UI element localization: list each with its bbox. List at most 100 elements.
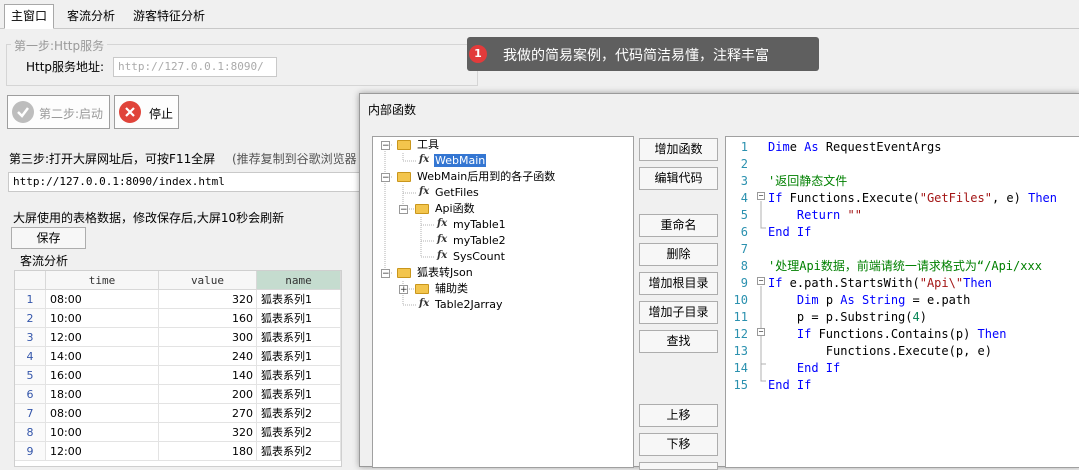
find-button[interactable]: 查找 — [639, 330, 718, 353]
code-line[interactable]: '返回静态文件 — [768, 173, 847, 190]
move-up-button[interactable]: 上移 — [639, 404, 718, 427]
cell-time[interactable]: 12:00 — [46, 442, 159, 461]
code-line[interactable]: If e.path.StartsWith("Api\"Then — [768, 275, 992, 292]
cell-time[interactable]: 18:00 — [46, 385, 159, 404]
code-token: RequestEventArgs — [818, 140, 942, 154]
fold-toggle[interactable]: − — [757, 192, 765, 200]
code-line[interactable]: '处理Api数据，前端请统一请求格式为“/Api/xxx — [768, 258, 1042, 275]
table-row[interactable]: 3 12:00 300 狐表系列1 — [15, 328, 341, 347]
cell-time[interactable]: 12:00 — [46, 328, 159, 347]
code-line[interactable]: End If — [768, 377, 811, 394]
code-line[interactable]: Functions.Execute(p, e) — [768, 343, 992, 360]
cell-name[interactable]: 狐表系列1 — [257, 385, 341, 404]
tree-node-tools[interactable]: 工具 — [417, 137, 439, 153]
tree-collapse-toggle[interactable]: − — [381, 269, 390, 279]
cell-value[interactable]: 240 — [159, 347, 257, 366]
cell-name[interactable]: 狐表系列1 — [257, 347, 341, 366]
cell-value[interactable]: 160 — [159, 309, 257, 328]
code-line[interactable]: Dim p As String = e.path — [768, 292, 970, 309]
code-line[interactable]: If Functions.Execute("GetFiles", e) Then — [768, 190, 1057, 207]
code-line[interactable]: If Functions.Contains(p) Then — [768, 326, 1007, 343]
start-button[interactable]: 第二步:启动 — [7, 95, 110, 129]
fold-toggle[interactable]: − — [757, 328, 765, 336]
folder-icon — [397, 140, 411, 150]
code-line[interactable]: Dime As RequestEventArgs — [768, 139, 941, 156]
line-number: 7 — [740, 242, 748, 256]
code-line[interactable]: Return "" — [768, 207, 862, 224]
table-row[interactable]: 7 08:00 270 狐表系列2 — [15, 404, 341, 423]
tree-node-getfiles[interactable]: GetFiles — [435, 185, 479, 201]
cell-value[interactable]: 320 — [159, 423, 257, 442]
edit-code-button[interactable]: 编辑代码 — [639, 167, 718, 190]
delete-button[interactable]: 删除 — [639, 243, 718, 266]
save-button[interactable]: 保存 — [11, 227, 86, 249]
cell-value[interactable]: 180 — [159, 442, 257, 461]
cell-name[interactable]: 狐表系列1 — [257, 290, 341, 309]
http-address-field[interactable]: http://127.0.0.1:8090/ — [113, 57, 277, 77]
table-row[interactable]: 5 16:00 140 狐表系列1 — [15, 366, 341, 385]
tree-node-webmain[interactable]: WebMain — [434, 154, 487, 167]
function-tree[interactable]: − 工具 fx WebMain − WebMain后用到的各子函数 fx Get… — [372, 136, 634, 468]
grid-header-name[interactable]: name — [257, 271, 341, 290]
cell-name[interactable]: 狐表系列2 — [257, 423, 341, 442]
code-token: End If — [768, 225, 812, 239]
tree-node-syscount[interactable]: SysCount — [453, 249, 505, 265]
table-row[interactable]: 2 10:00 160 狐表系列1 — [15, 309, 341, 328]
grid-header-value[interactable]: value — [159, 271, 257, 290]
grid-header-time[interactable]: time — [46, 271, 159, 290]
cell-time[interactable]: 10:00 — [46, 309, 159, 328]
tree-node-helpers[interactable]: 辅助类 — [435, 281, 468, 297]
data-grid[interactable]: time value name 1 08:00 320 狐表系列1 2 10:00 160 狐… — [14, 270, 342, 467]
tree-node-api-funcs[interactable]: Api函数 — [435, 201, 475, 217]
table-row[interactable]: 6 18:00 200 狐表系列1 — [15, 385, 341, 404]
code-editor[interactable]: 1 Dime As RequestEventArgs 2 3 '返回静态文件 4 If Fu… — [725, 136, 1079, 468]
tab-visitor-analysis[interactable]: 游客特征分析 — [127, 5, 211, 27]
code-line[interactable]: End If — [768, 360, 840, 377]
fold-toggle[interactable]: − — [757, 277, 765, 285]
cell-name[interactable]: 狐表系列1 — [257, 328, 341, 347]
cell-name[interactable]: 狐表系列2 — [257, 442, 341, 461]
cell-name[interactable]: 狐表系列1 — [257, 366, 341, 385]
cell-value[interactable]: 320 — [159, 290, 257, 309]
add-root-button[interactable]: 增加根目录 — [639, 272, 718, 295]
move-down-button[interactable]: 下移 — [639, 433, 718, 456]
add-subfolder-button[interactable]: 增加子目录 — [639, 301, 718, 324]
tree-collapse-toggle[interactable]: − — [399, 205, 408, 215]
cell-time[interactable]: 14:00 — [46, 347, 159, 366]
tree-node-fox-json[interactable]: 狐表转Json — [417, 265, 473, 281]
tree-collapse-toggle[interactable]: − — [381, 141, 390, 151]
screen-url-field[interactable]: http://127.0.0.1:8090/index.html — [8, 172, 360, 192]
tree-node-mytable2[interactable]: myTable2 — [453, 233, 506, 249]
code-line[interactable]: p = p.Substring(4) — [768, 309, 927, 326]
cell-time[interactable]: 16:00 — [46, 366, 159, 385]
function-icon: fx — [419, 154, 430, 165]
tab-traffic-analysis[interactable]: 客流分析 — [61, 5, 121, 27]
tab-main-window[interactable]: 主窗口 — [4, 4, 55, 29]
add-function-button[interactable]: 增加函数 — [639, 138, 718, 161]
cell-time[interactable]: 10:00 — [46, 423, 159, 442]
cell-value[interactable]: 140 — [159, 366, 257, 385]
tooltip-text: 我做的简易案例，代码简洁易懂，注释丰富 — [503, 48, 769, 64]
cell-name[interactable]: 狐表系列1 — [257, 309, 341, 328]
stop-button[interactable]: 停止 — [114, 95, 179, 129]
cell-value[interactable]: 270 — [159, 404, 257, 423]
table-row[interactable]: 9 12:00 180 狐表系列2 — [15, 442, 341, 461]
extra-button[interactable] — [639, 462, 718, 470]
code-line[interactable]: End If — [768, 224, 811, 241]
table-row[interactable]: 8 10:00 320 狐表系列2 — [15, 423, 341, 442]
cell-value[interactable]: 200 — [159, 385, 257, 404]
rename-button[interactable]: 重命名 — [639, 214, 718, 237]
cell-value[interactable]: 300 — [159, 328, 257, 347]
tree-collapse-toggle[interactable]: − — [381, 173, 390, 183]
cell-time[interactable]: 08:00 — [46, 290, 159, 309]
tree-node-table2jarray[interactable]: Table2Jarray — [435, 297, 503, 313]
table-row[interactable]: 1 08:00 320 狐表系列1 — [15, 290, 341, 309]
tree-node-mytable1[interactable]: myTable1 — [453, 217, 506, 233]
tree-expand-toggle[interactable]: + — [399, 285, 408, 295]
tree-node-webmain-funcs[interactable]: WebMain后用到的各子函数 — [417, 169, 555, 185]
cell-time[interactable]: 08:00 — [46, 404, 159, 423]
table-row[interactable]: 4 14:00 240 狐表系列1 — [15, 347, 341, 366]
cell-name[interactable]: 狐表系列2 — [257, 404, 341, 423]
